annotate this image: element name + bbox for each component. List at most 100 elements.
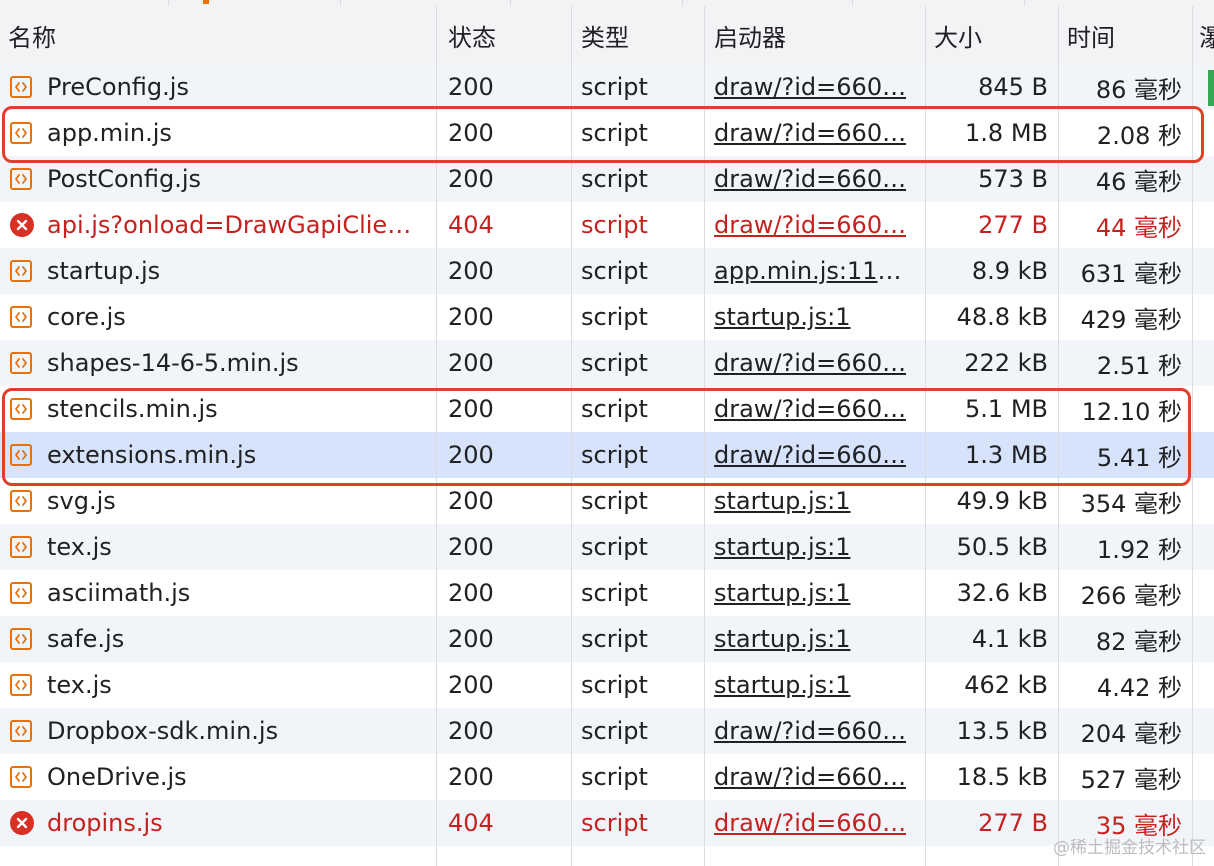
initiator-link[interactable]: draw/?id=660… (714, 441, 906, 469)
cell-initiator: draw/?id=660… (705, 110, 925, 156)
table-header: 名称 状态 类型 启动器 大小 时间 瀑 (0, 6, 1214, 65)
initiator-link[interactable]: draw/?id=660… (714, 73, 906, 101)
cell-status: 200 (448, 73, 494, 101)
cell-name[interactable]: stencils.min.js (0, 386, 436, 432)
initiator-link[interactable]: draw/?id=660… (714, 119, 906, 147)
table-row[interactable]: PostConfig.js 200 script draw/?id=660… 573 B… (0, 156, 1214, 202)
cell-name[interactable]: extensions.min.js (0, 432, 436, 478)
table-row[interactable]: startup.js 200 script app.min.js:118… 8.9 kB… (0, 248, 1214, 294)
cell-time: 46 毫秒 (1095, 167, 1182, 196)
cell-initiator: app.min.js:118… (705, 248, 925, 294)
initiator-link[interactable]: startup.js:1 (714, 625, 851, 653)
column-divider (1058, 6, 1059, 866)
cell-time: 204 毫秒 (1080, 719, 1182, 748)
column-divider (436, 6, 437, 866)
column-header-initiator[interactable]: 启动器 (705, 6, 925, 64)
cell-size: 32.6 kB (956, 579, 1048, 607)
cell-name[interactable]: startup.js (0, 248, 436, 294)
request-name: tex.js (47, 671, 112, 699)
cell-name[interactable]: api.js?onload=DrawGapiClie… (0, 202, 436, 248)
cell-initiator: draw/?id=660… (705, 156, 925, 202)
cell-size: 462 kB (964, 671, 1048, 699)
request-name: tex.js (47, 533, 112, 561)
initiator-link[interactable]: draw/?id=660… (714, 349, 906, 377)
cell-name[interactable]: shapes-14-6-5.min.js (0, 340, 436, 386)
cell-initiator: startup.js:1 (705, 524, 925, 570)
initiator-link[interactable]: draw/?id=660… (714, 211, 906, 239)
table-row[interactable]: api.js?onload=DrawGapiClie… 404 script draw… (0, 202, 1214, 248)
cell-name[interactable]: PreConfig.js (0, 64, 436, 110)
table-row[interactable]: stencils.min.js 200 script draw/?id=660… 5.1… (0, 386, 1214, 432)
cell-initiator: startup.js:1 (705, 662, 925, 708)
cell-time: 44 毫秒 (1095, 213, 1182, 242)
cell-time: 82 毫秒 (1095, 627, 1182, 656)
cell-type: script (581, 579, 648, 607)
cell-name[interactable]: PostConfig.js (0, 156, 436, 202)
initiator-link[interactable]: startup.js:1 (714, 579, 851, 607)
watermark: @稀土掘金技术社区 (1053, 838, 1206, 858)
cell-initiator: draw/?id=660… (705, 754, 925, 800)
initiator-link[interactable]: app.min.js:118… (714, 257, 914, 285)
cell-name[interactable]: svg.js (0, 478, 436, 524)
cell-status: 200 (448, 395, 494, 423)
cell-size: 50.5 kB (956, 533, 1048, 561)
cell-name[interactable]: tex.js (0, 662, 436, 708)
cell-name[interactable]: asciimath.js (0, 570, 436, 616)
column-divider (571, 6, 572, 866)
cell-size: 1.3 MB (965, 441, 1048, 469)
js-file-icon (10, 76, 32, 98)
cell-name[interactable]: safe.js (0, 616, 436, 662)
cell-name[interactable]: OneDrive.js (0, 754, 436, 800)
cell-time: 2.08 秒 (1096, 121, 1182, 150)
column-header-type[interactable]: 类型 (572, 6, 704, 64)
cell-time: 527 毫秒 (1080, 765, 1182, 794)
initiator-link[interactable]: startup.js:1 (714, 671, 851, 699)
initiator-link[interactable]: draw/?id=660… (714, 763, 906, 791)
table-row[interactable]: core.js 200 script startup.js:1 48.8 kB 429 毫… (0, 294, 1214, 340)
initiator-link[interactable]: startup.js:1 (714, 303, 851, 331)
cell-time: 429 毫秒 (1080, 305, 1182, 334)
table-row[interactable]: tex.js 200 script startup.js:1 50.5 kB 1.92 秒 (0, 524, 1214, 570)
cell-initiator: startup.js:1 (705, 478, 925, 524)
table-row[interactable]: safe.js 200 script startup.js:1 4.1 kB 82 毫秒 (0, 616, 1214, 662)
initiator-link[interactable]: draw/?id=660… (714, 717, 906, 745)
cell-type: script (581, 441, 648, 469)
table-row[interactable]: PreConfig.js 200 script draw/?id=660… 845 B 8… (0, 64, 1214, 110)
table-row[interactable]: Dropbox-sdk.min.js 200 script draw/?id=660…… (0, 708, 1214, 754)
table-row[interactable]: asciimath.js 200 script startup.js:1 32.6 kB… (0, 570, 1214, 616)
table-row[interactable]: OneDrive.js 200 script draw/?id=660… 18.5 kB… (0, 754, 1214, 800)
column-header-status[interactable]: 状态 (437, 6, 571, 64)
cell-time: 631 毫秒 (1080, 259, 1182, 288)
request-name: Dropbox-sdk.min.js (47, 717, 279, 745)
js-file-icon (10, 260, 32, 282)
table-row[interactable]: app.min.js 200 script draw/?id=660… 1.8 MB 2.… (0, 110, 1214, 156)
table-row[interactable]: dropins.js 404 script draw/?id=660… 277 B 35 … (0, 800, 1214, 846)
cell-size: 277 B (978, 809, 1048, 837)
column-header-name[interactable]: 名称 (0, 6, 436, 64)
column-header-size[interactable]: 大小 (926, 6, 1058, 64)
initiator-link[interactable]: draw/?id=660… (714, 165, 906, 193)
cell-name[interactable]: Dropbox-sdk.min.js (0, 708, 436, 754)
cell-name[interactable]: tex.js (0, 524, 436, 570)
js-file-icon (10, 398, 32, 420)
cell-name[interactable]: app.min.js (0, 110, 436, 156)
cell-type: script (581, 763, 648, 791)
cell-name[interactable]: core.js (0, 294, 436, 340)
table-row[interactable]: tex.js 200 script startup.js:1 462 kB 4.42 秒 (0, 662, 1214, 708)
js-file-icon (10, 352, 32, 374)
column-header-waterfall[interactable]: 瀑 (1193, 6, 1214, 64)
table-row[interactable]: svg.js 200 script startup.js:1 49.9 kB 354 毫秒 (0, 478, 1214, 524)
initiator-link[interactable]: draw/?id=660… (714, 809, 906, 837)
cell-status: 200 (448, 717, 494, 745)
initiator-link[interactable]: startup.js:1 (714, 533, 851, 561)
cell-time: 12.10 秒 (1081, 397, 1182, 426)
initiator-link[interactable]: draw/?id=660… (714, 395, 906, 423)
table-row[interactable]: extensions.min.js 200 script draw/?id=660… 1… (0, 432, 1214, 478)
initiator-link[interactable]: startup.js:1 (714, 487, 851, 515)
cell-type: script (581, 533, 648, 561)
request-name: OneDrive.js (47, 763, 187, 791)
cell-name[interactable]: dropins.js (0, 800, 436, 846)
column-divider (925, 6, 926, 866)
table-row[interactable]: shapes-14-6-5.min.js 200 script draw/?id=66… (0, 340, 1214, 386)
column-header-time[interactable]: 时间 (1059, 6, 1192, 64)
